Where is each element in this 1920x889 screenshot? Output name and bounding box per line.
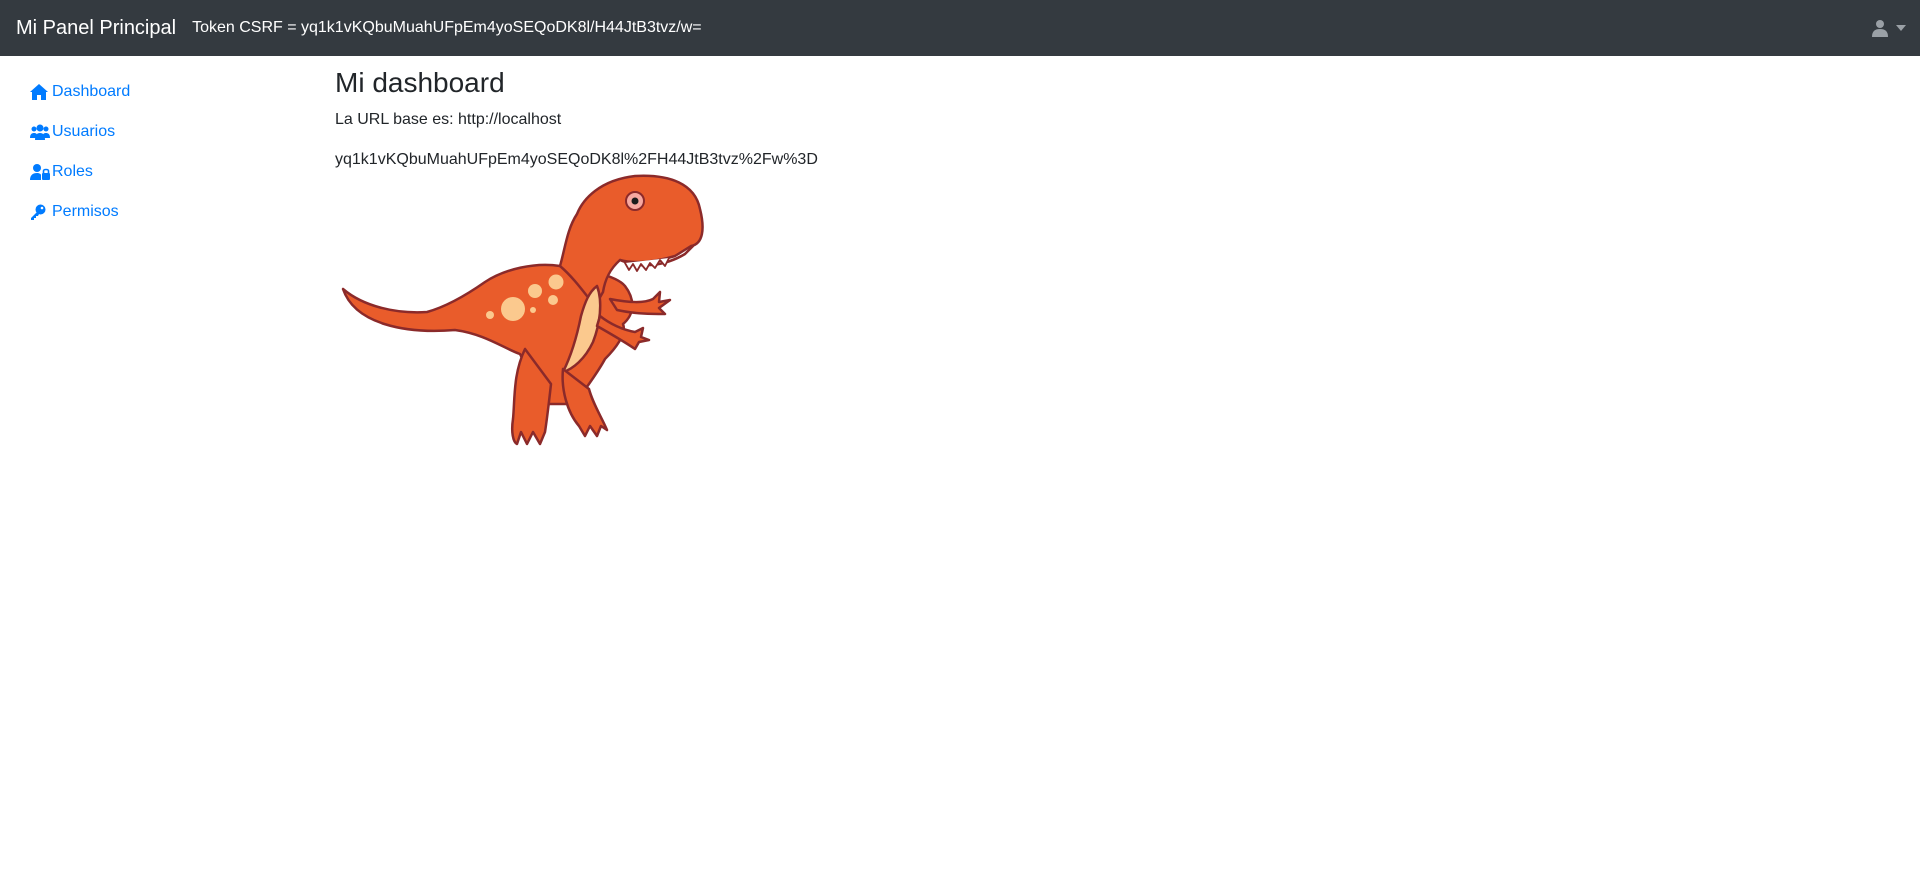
base-url-text: La URL base es: http://localhost [335,111,562,128]
caret-down-icon [1896,25,1906,31]
sidebar: Dashboard Usuarios Roles Permisos [0,56,320,232]
users-icon [30,123,50,141]
brand-title[interactable]: Mi Panel Principal [16,0,176,56]
user-icon [1872,19,1888,37]
sidebar-item-dashboard[interactable]: Dashboard [30,72,320,112]
user-lock-icon [30,163,50,181]
home-icon [30,83,50,101]
encoded-token-text: yq1k1vKQbuMuahUFpEm4yoSEQoDK8l%2FH44JtB3… [335,151,818,168]
sidebar-item-roles[interactable]: Roles [30,152,320,192]
key-icon [30,203,50,221]
sidebar-item-label: Dashboard [52,83,131,100]
sidebar-item-label: Permisos [52,203,119,220]
page-title: Mi dashboard [335,67,505,98]
dinosaur-image [341,174,704,446]
main-content: Mi dashboard La URL base es: http://loca… [335,56,1895,446]
top-navbar: Mi Panel Principal Token CSRF = yq1k1vKQ… [0,0,1920,56]
csrf-token-text: Token CSRF = yq1k1vKQbuMuahUFpEm4yoSEQoD… [192,19,702,36]
sidebar-item-label: Roles [52,163,93,180]
user-menu-dropdown[interactable] [1872,0,1906,56]
sidebar-item-label: Usuarios [52,123,116,140]
sidebar-item-usuarios[interactable]: Usuarios [30,112,320,152]
sidebar-item-permisos[interactable]: Permisos [30,192,320,232]
